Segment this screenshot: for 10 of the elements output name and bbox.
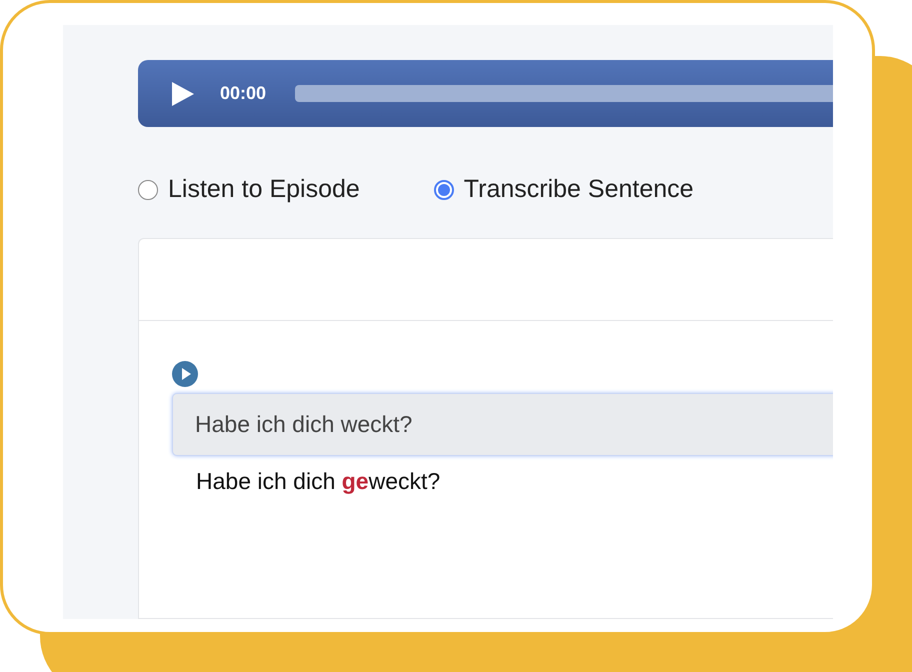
mode-radio[interactable]: Listen to Episode: [138, 175, 360, 204]
play-icon[interactable]: [171, 80, 195, 106]
answer-field[interactable]: Habe ich dich weckt?: [172, 393, 833, 456]
time-label: 00:00: [220, 83, 268, 104]
radio-icon[interactable]: [138, 180, 158, 200]
play-icon[interactable]: [172, 361, 198, 387]
progress-track[interactable]: [295, 85, 833, 102]
radio-icon[interactable]: [434, 180, 454, 200]
mode-radio[interactable]: Transcribe Sentence: [434, 175, 694, 204]
correction-text: Habe ich dich geweckt?: [196, 468, 440, 495]
